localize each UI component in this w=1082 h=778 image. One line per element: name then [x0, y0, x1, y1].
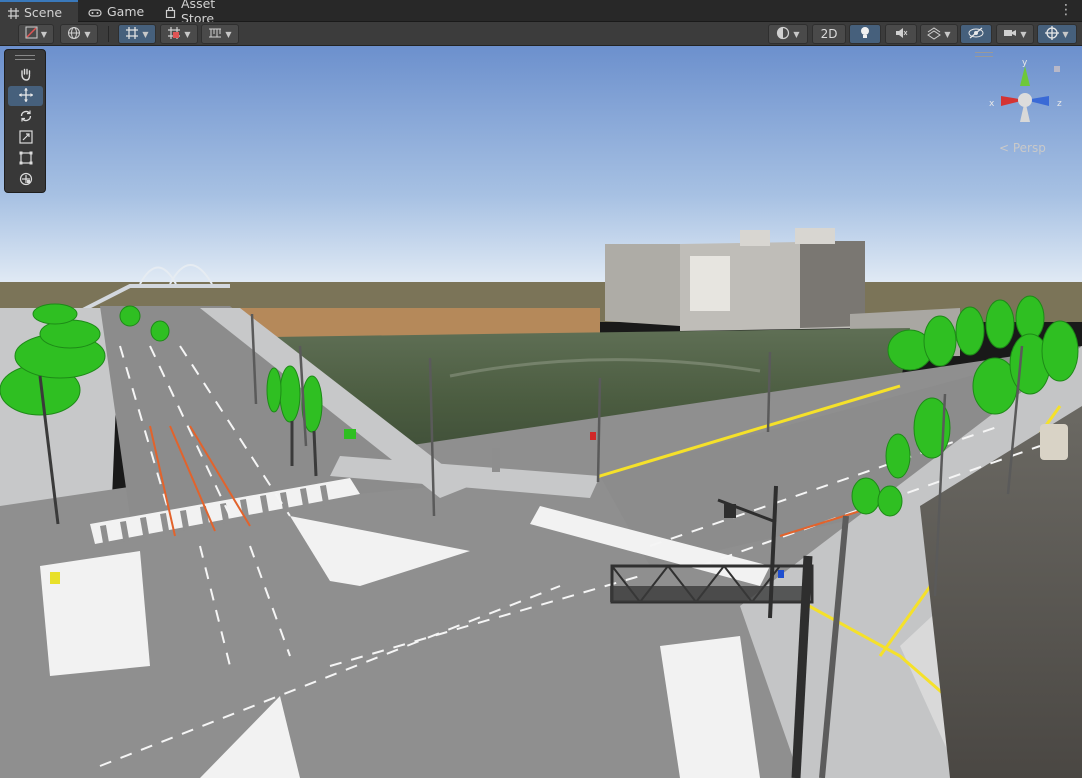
global-local-button[interactable]: ▼ [60, 24, 98, 44]
tool-palette [4, 49, 46, 193]
grid-hash-icon [8, 7, 19, 19]
lighting-button[interactable] [849, 24, 881, 44]
tab-scene[interactable]: Scene [0, 0, 78, 22]
hidden-objects-icon [968, 27, 984, 42]
global-icon [67, 26, 81, 43]
chevron-down-icon: ▼ [944, 29, 951, 39]
gizmo-axis-x-label: x [989, 99, 995, 109]
grid-snap-icon [125, 26, 139, 43]
move-tool-icon [18, 87, 34, 106]
move-tool-button[interactable] [8, 86, 43, 106]
draw-mode-icon [25, 26, 38, 42]
chevron-down-icon: ▼ [793, 29, 800, 39]
transform-tool-icon [19, 172, 33, 189]
ruler-icon [208, 26, 222, 43]
gamepad-icon [88, 6, 102, 17]
rotate-tool-icon [19, 109, 33, 126]
gizmos-icon [1045, 25, 1060, 43]
window-tab-bar: Scene Game Asset Store ⋮ [0, 0, 1082, 26]
draw-mode-button[interactable]: ▼ [18, 24, 54, 44]
gizmo-drag-handle[interactable] [975, 52, 993, 57]
scale-tool-button[interactable] [8, 128, 43, 148]
rect-tool-button[interactable] [8, 149, 43, 169]
camera-settings-button[interactable]: ▼ [996, 24, 1034, 44]
toolbar-divider [108, 26, 109, 42]
tool-palette-grip[interactable] [15, 55, 35, 60]
hand-tool-icon [19, 67, 33, 84]
increment-snap-button[interactable]: ▼ [160, 24, 198, 44]
gizmo-axis-y-label: y [1022, 58, 1028, 68]
mode-2d-label: 2D [820, 27, 838, 41]
camera-icon [1003, 27, 1017, 42]
hand-tool-button[interactable] [8, 65, 43, 85]
chevron-down-icon: ▼ [1020, 29, 1027, 39]
chevron-down-icon: ▼ [184, 29, 191, 39]
chevron-down-icon: ▼ [40, 29, 48, 39]
rect-tool-icon [19, 151, 33, 168]
shading-sphere-icon [776, 26, 790, 43]
ruler-button[interactable]: ▼ [201, 24, 239, 44]
audio-mute-icon [894, 26, 908, 43]
shopping-bag-icon [165, 5, 176, 18]
scale-tool-icon [18, 129, 33, 147]
orientation-gizmo[interactable] [985, 58, 1065, 148]
scene-render [0, 46, 1082, 778]
scene-viewport[interactable]: y x z [0, 46, 1082, 778]
chevron-down-icon: ▼ [1062, 29, 1069, 39]
chevron-down-icon: ▼ [142, 29, 149, 39]
gizmo-lock-icon[interactable] [1054, 66, 1060, 72]
grid-snap-button[interactable]: ▼ [118, 24, 156, 44]
tab-game[interactable]: Game [80, 0, 152, 22]
hidden-objects-button[interactable] [960, 24, 992, 44]
more-options-icon[interactable]: ⋮ [1059, 2, 1073, 18]
gizmo-axis-z-label: z [1057, 99, 1062, 109]
scene-toolbar: ▼ ▼ ▼ ▼ ▼ ▼ 2D ▼ ▼ ▼ [0, 22, 1082, 46]
tab-game-label: Game [107, 3, 145, 19]
lighting-icon [859, 26, 871, 43]
rotate-tool-button[interactable] [8, 107, 43, 127]
transform-tool-button[interactable] [8, 170, 43, 190]
effects-button[interactable]: ▼ [920, 24, 958, 44]
projection-toggle[interactable]: < Persp [999, 141, 1046, 155]
mode-2d-button[interactable]: 2D [812, 24, 846, 44]
effects-icon [927, 26, 942, 43]
tab-asset-store[interactable]: Asset Store [157, 0, 257, 26]
audio-button[interactable] [885, 24, 917, 44]
tab-scene-label: Scene [24, 4, 63, 20]
gizmos-button[interactable]: ▼ [1037, 24, 1077, 44]
chevron-down-icon: ▼ [84, 29, 91, 39]
chevron-down-icon: ▼ [225, 29, 232, 39]
increment-snap-icon [167, 26, 181, 43]
shading-mode-button[interactable]: ▼ [768, 24, 808, 44]
